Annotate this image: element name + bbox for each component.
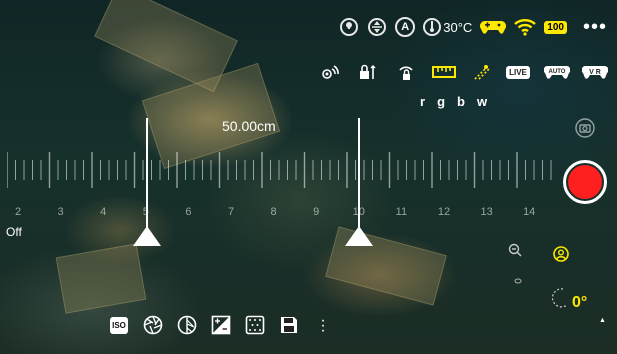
camera-switch-icon[interactable] [575,118,595,138]
ruler-label: 4 [100,206,107,218]
aperture-icon[interactable] [142,314,164,336]
measurement-ruler[interactable] [7,148,552,192]
battery-indicator: 100 [544,20,567,34]
left-measure-handle[interactable] [133,226,161,246]
live-stream-button[interactable]: LIVE [506,62,530,82]
channel-b[interactable]: b [457,94,465,109]
face-target-icon[interactable] [553,246,569,262]
ruler-off-label[interactable]: Off [6,225,22,239]
white-balance-icon[interactable] [176,314,198,336]
more-options-icon[interactable]: ••• [583,17,607,37]
exposure-compensation-icon[interactable] [210,314,232,336]
ruler-label: 12 [437,206,451,218]
save-icon[interactable] [278,314,300,336]
small-dot-icon [514,271,522,284]
ruler-label: 11 [395,206,408,218]
channel-r[interactable]: r [420,94,425,109]
ruler-label: 8 [270,206,277,218]
right-measure-line [358,118,360,236]
lock-depth-icon[interactable] [358,62,378,82]
depth-hold-icon[interactable] [367,17,387,37]
zoom-out-icon[interactable] [508,243,522,257]
status-bar: A 30°C 100 ••• [339,14,607,40]
ruler-label: 13 [480,206,493,218]
laser-icon[interactable] [472,62,492,82]
channel-g[interactable]: g [437,94,445,109]
compass-arc-icon [549,286,569,308]
wifi-icon [514,18,537,36]
tool-row: LIVE AUTO V R [320,62,610,84]
iso-button[interactable]: ISO [108,314,130,336]
water-temperature: 30°C [423,17,472,37]
heading-degree: 0° [572,294,588,311]
auto-control-button[interactable]: AUTO [544,62,570,82]
temperature-value: 30°C [443,19,473,35]
ruler-label: 3 [57,206,64,218]
ruler-label: 9 [313,206,320,218]
iso-label: ISO [110,316,128,334]
record-button[interactable] [563,160,607,204]
gamepad-icon[interactable] [480,19,507,35]
ruler-label: 14 [523,206,536,218]
channel-w[interactable]: w [477,94,487,109]
rock-shape [94,0,238,93]
ruler-label: 2 [14,206,22,218]
vr-mode-button[interactable]: V R [582,62,608,82]
rock-shape [325,226,447,306]
auto-mode-icon[interactable]: A [395,17,416,37]
ruler-label: 6 [185,206,192,218]
left-measure-line [146,118,148,236]
bottom-toolbar: ISO · · · [108,312,334,338]
vr-chip-label: V R [589,68,601,76]
lock-signal-icon[interactable] [396,62,416,82]
ruler-label: 7 [227,206,235,218]
light-bulb-icon[interactable] [339,17,359,37]
eye-signal-icon[interactable] [320,62,340,82]
more-vertical-icon[interactable]: · · · [312,312,334,338]
color-channel-selector: r g b w [420,94,487,109]
distance-readout: 50.00cm [222,118,276,134]
thermometer-icon [423,18,442,36]
record-indicator [568,165,602,199]
rock-shape [55,243,147,314]
auto-chip-label: AUTO [548,69,566,75]
live-chip: LIVE [506,65,530,79]
ruler-tool-button[interactable] [432,62,456,82]
right-measure-handle[interactable] [345,226,373,246]
grid-noise-icon[interactable] [244,314,266,336]
expand-arrow-icon[interactable]: ▲ [599,317,606,324]
